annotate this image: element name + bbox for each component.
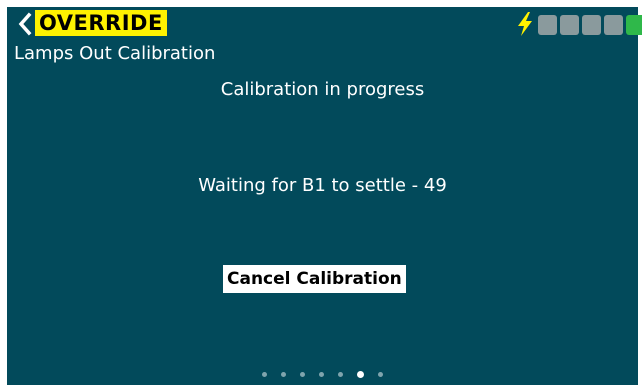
page-dot[interactable] — [262, 372, 267, 377]
chevron-left-icon — [18, 12, 32, 36]
page-indicator — [7, 371, 638, 378]
cancel-calibration-button[interactable]: Cancel Calibration — [223, 265, 406, 293]
signal-bar-inactive — [604, 15, 623, 35]
signal-bar-active — [626, 15, 642, 35]
page-dot[interactable] — [319, 372, 324, 377]
page-dot[interactable] — [281, 372, 286, 377]
signal-bar-inactive — [560, 15, 579, 35]
lightning-bolt-icon — [518, 12, 532, 36]
page-dot[interactable] — [338, 372, 343, 377]
page-dot[interactable] — [300, 372, 305, 377]
back-button[interactable] — [14, 10, 36, 38]
signal-bar-inactive — [582, 15, 601, 35]
settle-wait-text: Waiting for B1 to settle - 49 — [198, 175, 447, 196]
page-dot-active[interactable] — [357, 371, 364, 378]
signal-bar-inactive — [538, 15, 557, 35]
signal-strength-indicator — [538, 15, 642, 35]
calibration-status-text: Calibration in progress — [220, 79, 425, 100]
device-screen: OVERRIDE Lamps Out Calibration Calibrati… — [7, 7, 642, 385]
override-badge[interactable]: OVERRIDE — [35, 10, 167, 36]
page-title: Lamps Out Calibration — [14, 43, 216, 64]
page-dot[interactable] — [378, 372, 383, 377]
